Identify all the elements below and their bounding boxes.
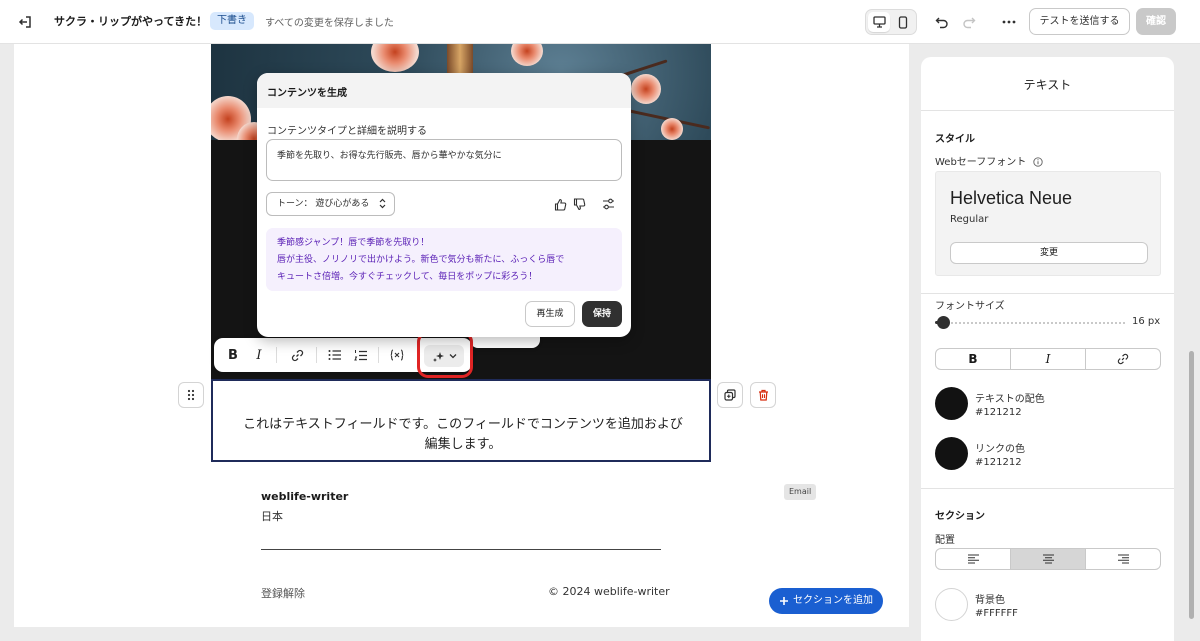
result-line: 季節感ジャンプ！唇で季節を先取り！ — [277, 238, 430, 248]
exit-icon[interactable] — [14, 11, 36, 33]
settings-sliders-icon[interactable] — [599, 195, 617, 213]
redo-icon[interactable] — [958, 11, 980, 33]
chevron-down-icon — [449, 353, 457, 359]
font-size-slider-track[interactable] — [939, 322, 1125, 324]
dialog-header: コンテンツを生成 — [257, 73, 631, 108]
device-toggle — [865, 9, 917, 35]
result-line: 唇が主役、ノリノリで出かけよう。新色で気分も新たに、ふっくら唇で — [277, 255, 565, 265]
tone-select[interactable]: トーン： 遊び心がある — [266, 192, 395, 216]
divider — [921, 293, 1174, 294]
panel-link-icon[interactable] — [1086, 349, 1160, 369]
confirm-button[interactable]: 確認 — [1136, 8, 1176, 35]
align-center-icon[interactable] — [1011, 549, 1086, 569]
websafe-font-label: Webセーフフォント — [935, 153, 1044, 168]
mobile-view-icon[interactable] — [892, 12, 914, 32]
section-heading: セクション — [935, 511, 985, 522]
font-style: Regular — [950, 214, 989, 225]
text-color-hex: #121212 — [975, 407, 1022, 418]
font-size-slider-thumb[interactable] — [937, 316, 950, 329]
delete-icon[interactable] — [750, 382, 776, 408]
link-color-hex: #121212 — [975, 457, 1022, 468]
text-format-group: B I — [935, 348, 1161, 370]
alignment-label: 配置 — [935, 535, 955, 546]
email-tooltip: Email — [784, 484, 817, 500]
italic-icon[interactable]: I — [248, 344, 270, 366]
save-status: すべての変更を保存しました — [265, 18, 394, 29]
background-color-hex: #FFFFFF — [975, 608, 1018, 619]
style-heading: スタイル — [935, 134, 975, 145]
generate-content-dialog: コンテンツを生成 コンテンツタイプと詳細を説明する 季節を先取り、お得な先行販売… — [257, 73, 631, 337]
divider — [921, 110, 1174, 111]
draft-badge: 下書き — [210, 12, 254, 30]
panel-scrollbar[interactable] — [1189, 351, 1194, 619]
numbered-list-icon[interactable] — [350, 344, 372, 366]
font-name: Helvetica Neue — [950, 188, 1073, 208]
dialog-title: コンテンツを生成 — [267, 88, 347, 99]
text-color-swatch[interactable] — [935, 387, 968, 420]
more-options-icon[interactable] — [998, 11, 1020, 33]
panel-title: テキスト — [1023, 78, 1072, 92]
duplicate-icon[interactable] — [717, 382, 743, 408]
toolbar-shadow — [470, 336, 540, 348]
text-block[interactable]: これはテキストフィールドです。このフィールドでコンテンツを追加および編集します。 — [211, 379, 711, 462]
align-left-icon[interactable] — [936, 549, 1011, 569]
select-chevron-icon — [379, 198, 386, 209]
desktop-view-icon[interactable] — [868, 12, 890, 32]
add-section-button[interactable]: セクションを追加 — [769, 588, 883, 614]
font-size-label: フォントサイズ — [935, 301, 1005, 312]
prompt-input[interactable]: 季節を先取り、お得な先行販売、唇から華やかな気分に — [266, 139, 622, 181]
ai-generate-button[interactable] — [424, 345, 464, 367]
text-settings-panel: テキスト スタイル Webセーフフォント Helvetica Neue Regu… — [921, 57, 1174, 641]
font-card: Helvetica Neue Regular 変更 — [935, 171, 1161, 276]
plus-icon — [779, 596, 789, 606]
result-line: キュートさ倍増。今すぐチェックして、毎日をポップに彩ろう！ — [277, 272, 538, 282]
panel-bold-icon[interactable]: B — [936, 349, 1011, 369]
align-right-icon[interactable] — [1086, 549, 1160, 569]
footer-country: 日本 — [261, 510, 283, 523]
generated-result: 季節感ジャンプ！唇で季節を先取り！ 唇が主役、ノリノリで出かけよう。新色で気分も… — [266, 228, 622, 291]
link-icon[interactable] — [286, 344, 308, 366]
copyright-text: © 2024 weblife-writer — [548, 585, 670, 598]
sparkle-icon — [432, 350, 445, 363]
keep-button[interactable]: 保持 — [582, 301, 622, 327]
background-color-label: 背景色 — [975, 595, 1005, 606]
regenerate-button[interactable]: 再生成 — [525, 301, 575, 327]
prompt-label: コンテンツタイプと詳細を説明する — [267, 126, 427, 137]
bullet-list-icon[interactable] — [324, 344, 346, 366]
text-color-label: テキストの配色 — [975, 394, 1045, 405]
background-color-swatch[interactable] — [935, 588, 968, 621]
alignment-group — [935, 548, 1161, 570]
bold-icon[interactable]: B — [222, 344, 244, 366]
drag-handle-icon[interactable] — [178, 382, 204, 408]
unsubscribe-link[interactable]: 登録解除 — [261, 585, 305, 601]
divider — [921, 488, 1174, 489]
thumbs-up-icon[interactable] — [551, 195, 569, 213]
thumbs-down-icon[interactable] — [570, 195, 588, 213]
panel-italic-icon[interactable]: I — [1011, 349, 1086, 369]
info-icon[interactable] — [1033, 157, 1044, 167]
change-font-button[interactable]: 変更 — [950, 242, 1148, 264]
variable-icon[interactable] — [386, 344, 408, 366]
footer-divider — [261, 549, 661, 550]
footer-name: weblife-writer — [261, 490, 349, 503]
tone-value: トーン： 遊び心がある — [277, 199, 370, 209]
send-test-button[interactable]: テストを送信する — [1029, 8, 1130, 35]
text-block-content[interactable]: これはテキストフィールドです。このフィールドでコンテンツを追加および編集します。 — [243, 415, 683, 455]
undo-icon[interactable] — [931, 11, 953, 33]
link-color-label: リンクの色 — [975, 444, 1025, 455]
top-bar: サクラ・リップがやってきた！ 下書き すべての変更を保存しました テストを送信す… — [0, 0, 1200, 44]
link-color-swatch[interactable] — [935, 437, 968, 470]
add-section-label: セクションを追加 — [793, 595, 873, 606]
font-size-value: 16 px — [1132, 316, 1161, 327]
campaign-title: サクラ・リップがやってきた！ — [54, 15, 208, 28]
